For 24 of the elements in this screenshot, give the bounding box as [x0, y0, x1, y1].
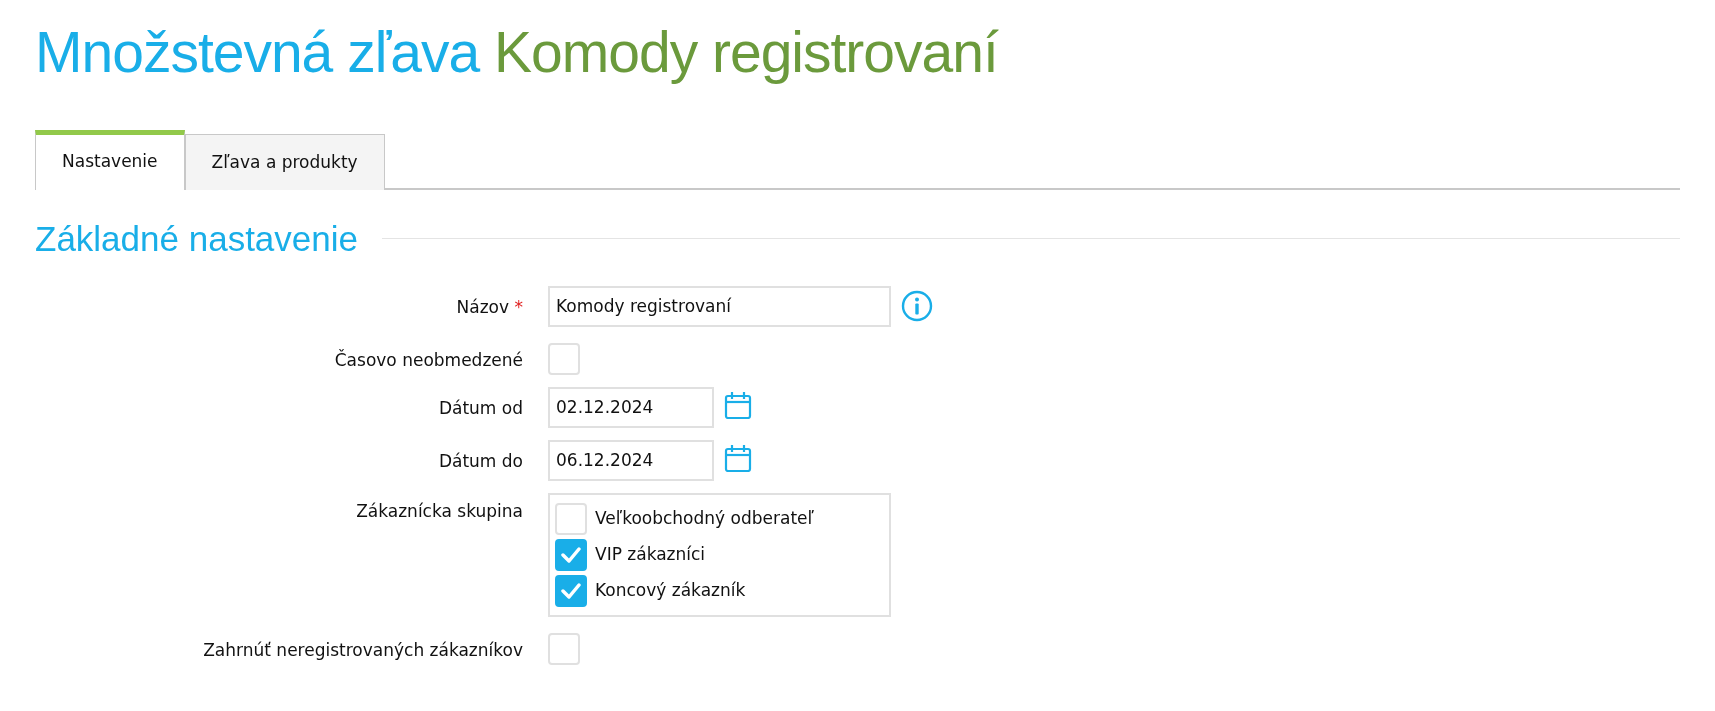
calendar-icon[interactable]: [724, 390, 752, 419]
page-title: Množstevná zľava: [35, 20, 480, 84]
section-heading: Základné nastavenie: [35, 217, 358, 260]
field-label: Zákaznícka skupina: [355, 499, 524, 523]
field-label: Zahrnúť neregistrovaných zákazníkov: [202, 638, 524, 662]
option-label: VIP zákazníci: [595, 543, 706, 567]
check-icon: [561, 582, 581, 599]
field-label: Dátum od: [437, 396, 524, 420]
checkbox[interactable]: [555, 574, 587, 607]
date-field[interactable]: 02.12.2024: [548, 386, 714, 428]
check-icon: [561, 546, 581, 563]
checkbox[interactable]: [555, 538, 587, 571]
field-label: Dátum do: [437, 449, 524, 473]
option-label: Koncový zákazník: [595, 579, 746, 603]
info-icon[interactable]: [901, 289, 933, 322]
text-field[interactable]: Komody registrovaní: [548, 285, 891, 327]
calendar-icon[interactable]: [724, 443, 752, 472]
discount-name: Komody registrovaní: [494, 20, 998, 84]
date-field[interactable]: 06.12.2024: [548, 439, 714, 481]
field-label: Časovo neobmedzené: [333, 348, 524, 372]
option-label: Veľkoobchodný odberateľ: [595, 507, 814, 531]
tab[interactable]: Nastavenie: [35, 130, 185, 190]
field-label: Názov *: [455, 295, 524, 319]
tab[interactable]: Zľava a produkty: [184, 134, 385, 190]
